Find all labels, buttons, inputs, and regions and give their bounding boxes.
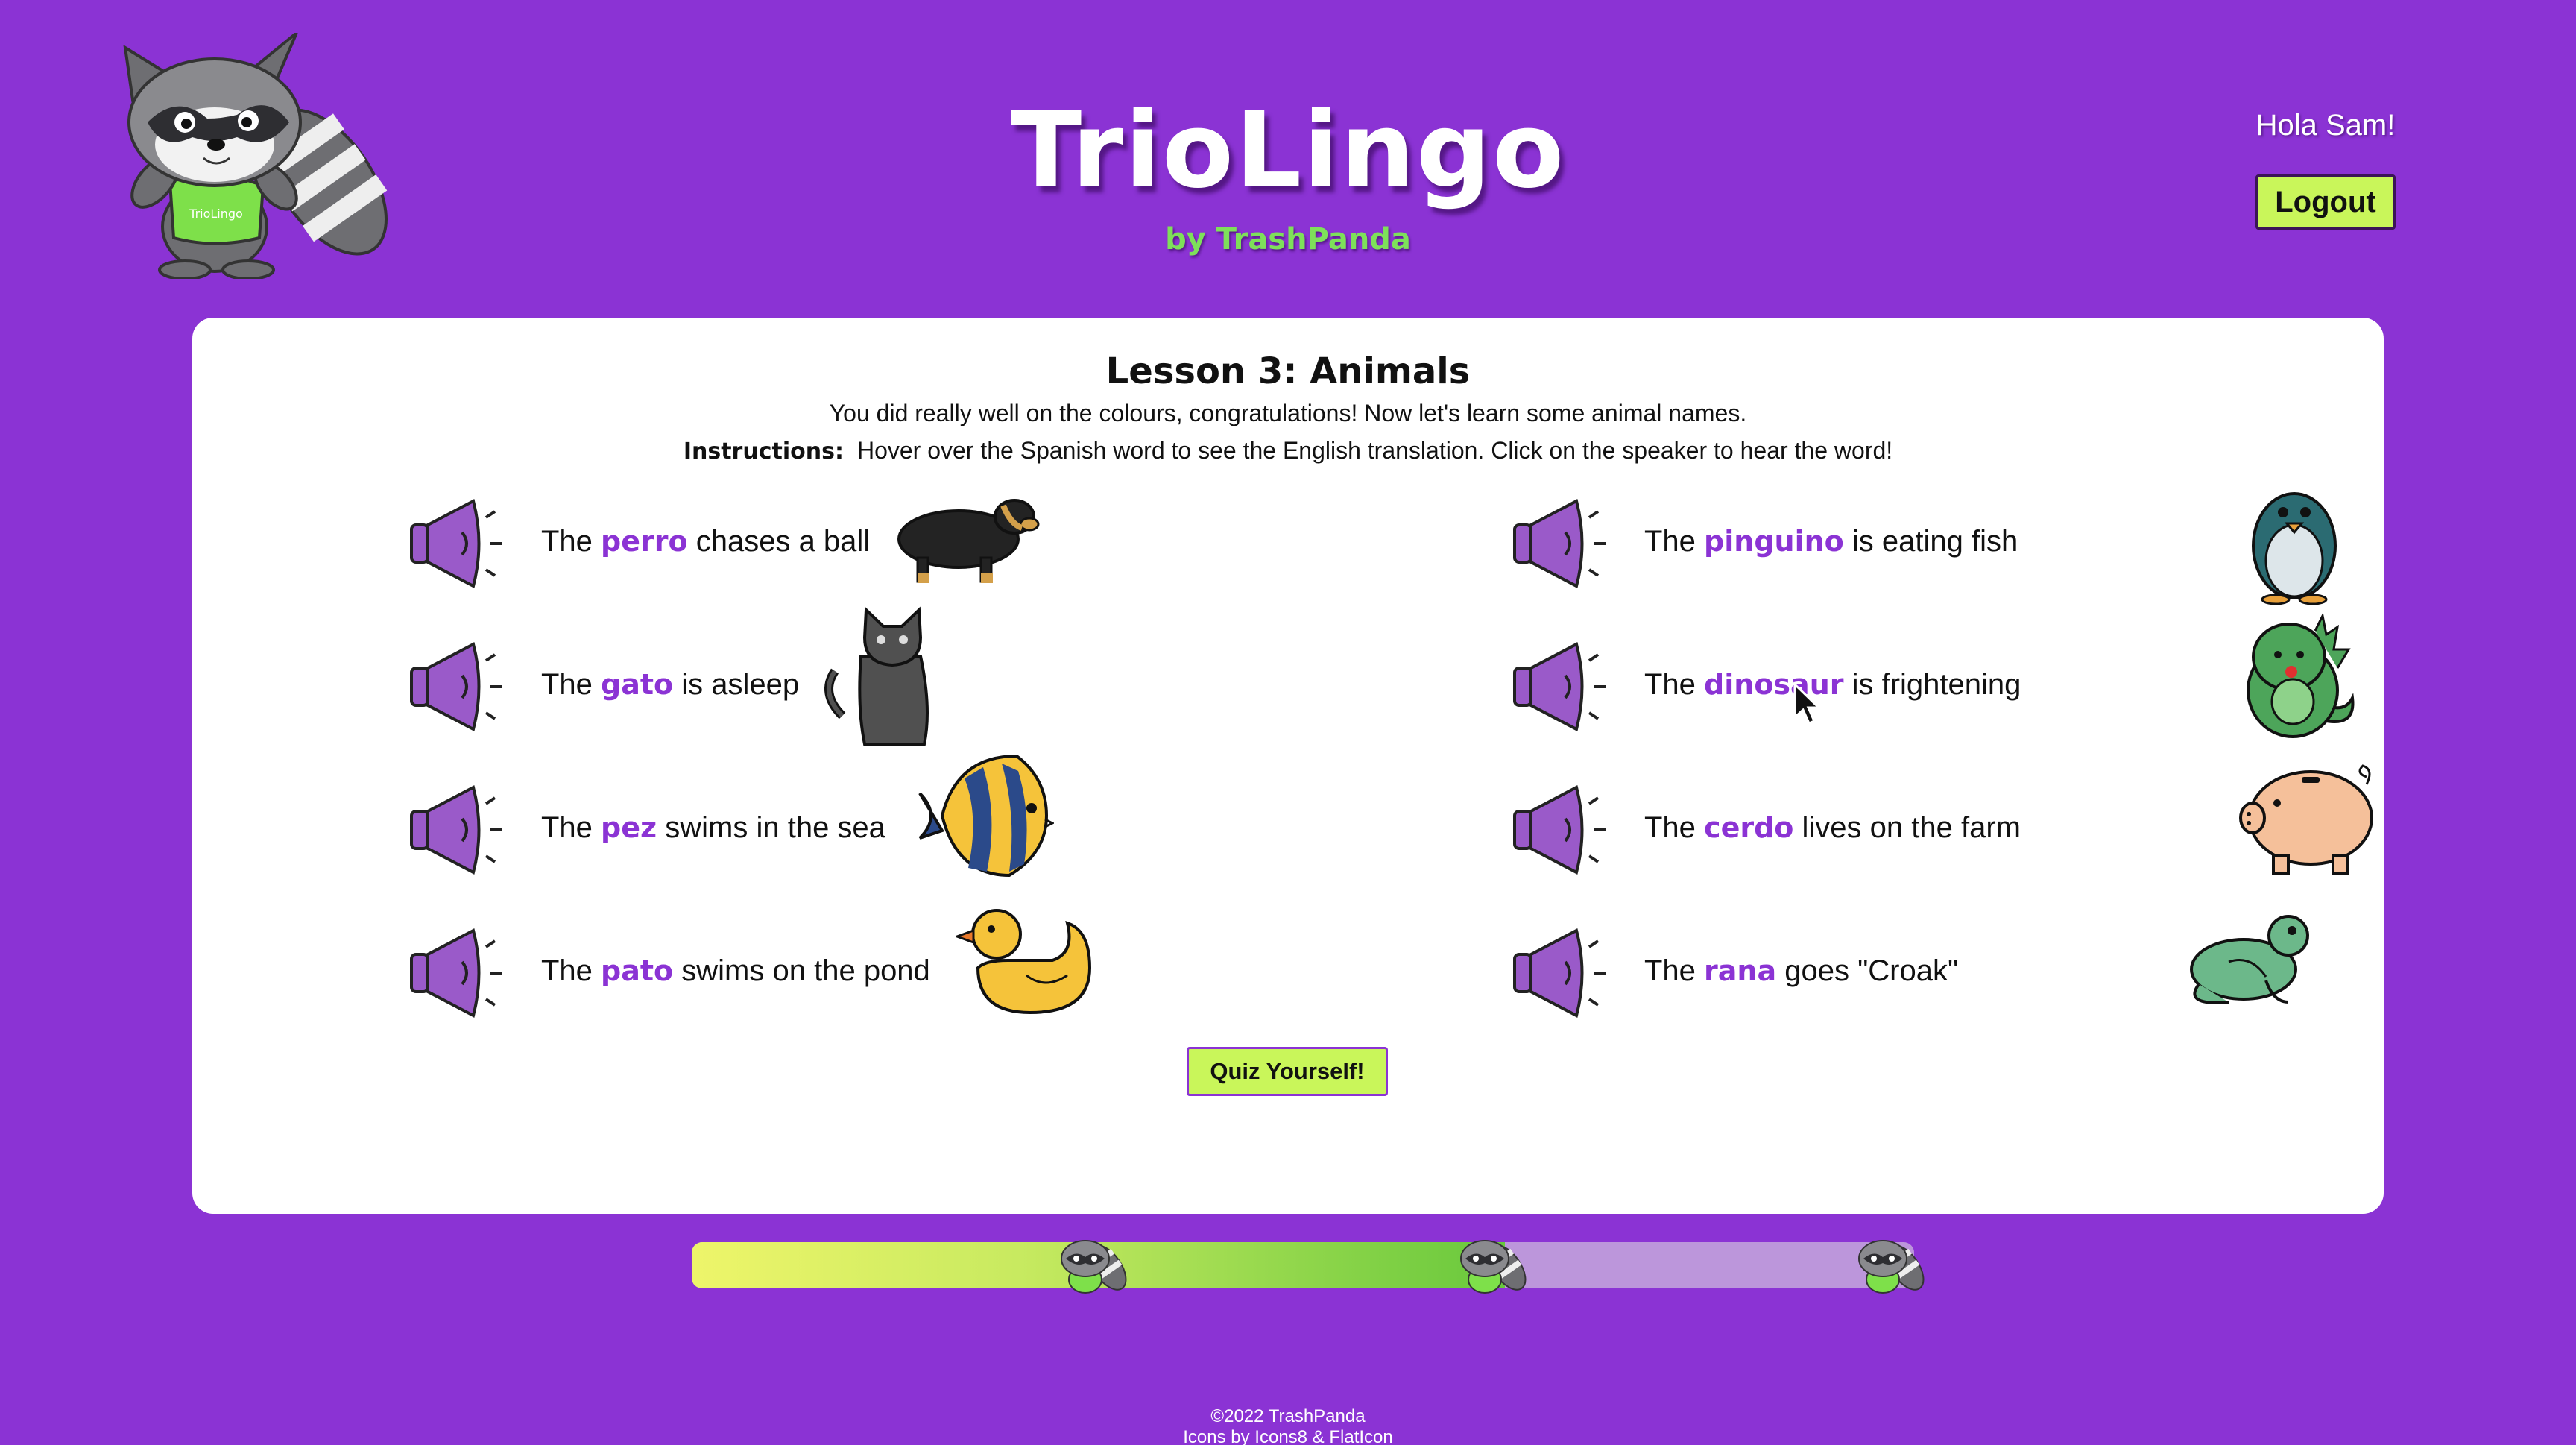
sentence-start: The	[1644, 811, 1705, 844]
dog-icon	[897, 499, 1040, 583]
raccoon-milestone-icon	[1858, 1240, 1925, 1294]
footer-credits: Icons by Icons8 & FlatIcon	[1183, 1427, 1393, 1445]
pig-icon	[2239, 764, 2373, 875]
spanish-word-rana[interactable]: rana	[1704, 954, 1776, 987]
sentence-end: swims on the pond	[673, 954, 930, 987]
sentence-end: is eating fish	[1843, 525, 2018, 558]
instructions-text: Hover over the Spanish word to see the E…	[856, 437, 1893, 464]
sentence-start: The	[541, 811, 602, 844]
speaker-icon[interactable]	[402, 638, 514, 735]
lesson-item-gato: The gato is asleep	[402, 606, 1297, 746]
user-greeting: Hola Sam!	[2255, 109, 2396, 142]
sentence: The pinguino is eating fish	[1644, 525, 2018, 558]
app-subtitle: by TrashPanda	[1165, 222, 1411, 256]
sentence: The pato swims on the pond	[541, 954, 930, 988]
sentence-end: chases a ball	[687, 525, 871, 558]
lesson-intro: You did really well on the colours, cong…	[829, 400, 1747, 426]
sentence-start: The	[541, 954, 602, 987]
sentence-start: The	[541, 525, 602, 558]
fish-icon	[918, 754, 1054, 878]
sentence-end: goes "Croak"	[1776, 954, 1959, 987]
spanish-word-dinosaur[interactable]: dinosaur	[1704, 668, 1843, 701]
spanish-word-cerdo[interactable]: cerdo	[1704, 811, 1793, 844]
brand-header: TrioLingo by TrashPanda	[0, 88, 2576, 256]
sentence: The gato is asleep	[541, 668, 799, 702]
sentence-end: swims in the sea	[657, 811, 886, 844]
footer-copyright: ©2022 TrashPanda	[1210, 1406, 1366, 1426]
lesson-item-dinosaur: The dinosaur is frightening	[1506, 612, 2355, 743]
lesson-instructions: Instructions: Hover over the Spanish word…	[192, 437, 2384, 465]
lesson-title: Lesson 3: Animals	[1105, 350, 1471, 392]
lesson-progress-bar	[692, 1240, 1925, 1294]
sentence-end: lives on the farm	[1793, 811, 2021, 844]
duck-icon	[956, 909, 1092, 1015]
sentence: The cerdo lives on the farm	[1644, 811, 2021, 845]
page-footer: ©2022 TrashPanda Icons by Icons8 & FlatI…	[0, 1406, 2576, 1445]
spanish-word-gato[interactable]: gato	[601, 668, 673, 701]
speaker-icon[interactable]	[402, 925, 514, 1021]
lesson-item-pez: The pez swims in the sea	[402, 754, 1297, 886]
lesson-item-perro: The perro chases a ball	[402, 488, 1297, 599]
spanish-word-perro[interactable]: perro	[601, 525, 688, 558]
raccoon-milestone-icon	[1061, 1240, 1127, 1294]
dinosaur-icon	[2247, 612, 2355, 738]
sentence-start: The	[1644, 668, 1705, 701]
mouse-cursor-icon	[1793, 681, 1822, 725]
speaker-icon[interactable]	[402, 781, 514, 878]
sentence-start: The	[1644, 954, 1705, 987]
logout-button[interactable]: Logout	[2255, 174, 2396, 230]
instructions-label: Instructions:	[683, 438, 844, 465]
spanish-word-pato[interactable]: pato	[601, 954, 673, 987]
speaker-icon[interactable]	[402, 495, 514, 592]
lesson-card: Lesson 3: Animals You did really well on…	[192, 318, 2384, 1214]
penguin-icon	[2252, 492, 2337, 605]
sentence: The dinosaur is frightening	[1644, 668, 2021, 702]
spanish-word-pez[interactable]: pez	[601, 811, 657, 844]
sentence-end: is frightening	[1843, 668, 2021, 701]
frog-icon	[2190, 915, 2309, 1004]
lesson-item-pato: The pato swims on the pond	[402, 909, 1297, 1029]
sentence-start: The	[1644, 525, 1705, 558]
sentence: The rana goes "Croak"	[1644, 954, 1958, 988]
lesson-item-pinguino: The pinguino is eating fish	[1506, 488, 2337, 605]
cat-icon	[824, 606, 929, 746]
quiz-yourself-button[interactable]: Quiz Yourself!	[1187, 1047, 1388, 1096]
sentence: The perro chases a ball	[541, 525, 870, 558]
sentence: The pez swims in the sea	[541, 811, 886, 845]
spanish-word-pinguino[interactable]: pinguino	[1704, 525, 1844, 558]
lesson-item-cerdo: The cerdo lives on the farm	[1506, 764, 2373, 886]
speaker-icon[interactable]	[1506, 781, 1617, 878]
sentence-end: is asleep	[673, 668, 800, 701]
sentence-start: The	[541, 668, 602, 701]
lesson-item-rana: The rana goes "Croak"	[1506, 915, 2326, 1029]
raccoon-milestone-icon	[1460, 1240, 1527, 1294]
speaker-icon[interactable]	[1506, 925, 1617, 1021]
speaker-icon[interactable]	[1506, 495, 1617, 592]
speaker-icon[interactable]	[1506, 638, 1617, 735]
app-title: TrioLingo	[1010, 90, 1566, 212]
